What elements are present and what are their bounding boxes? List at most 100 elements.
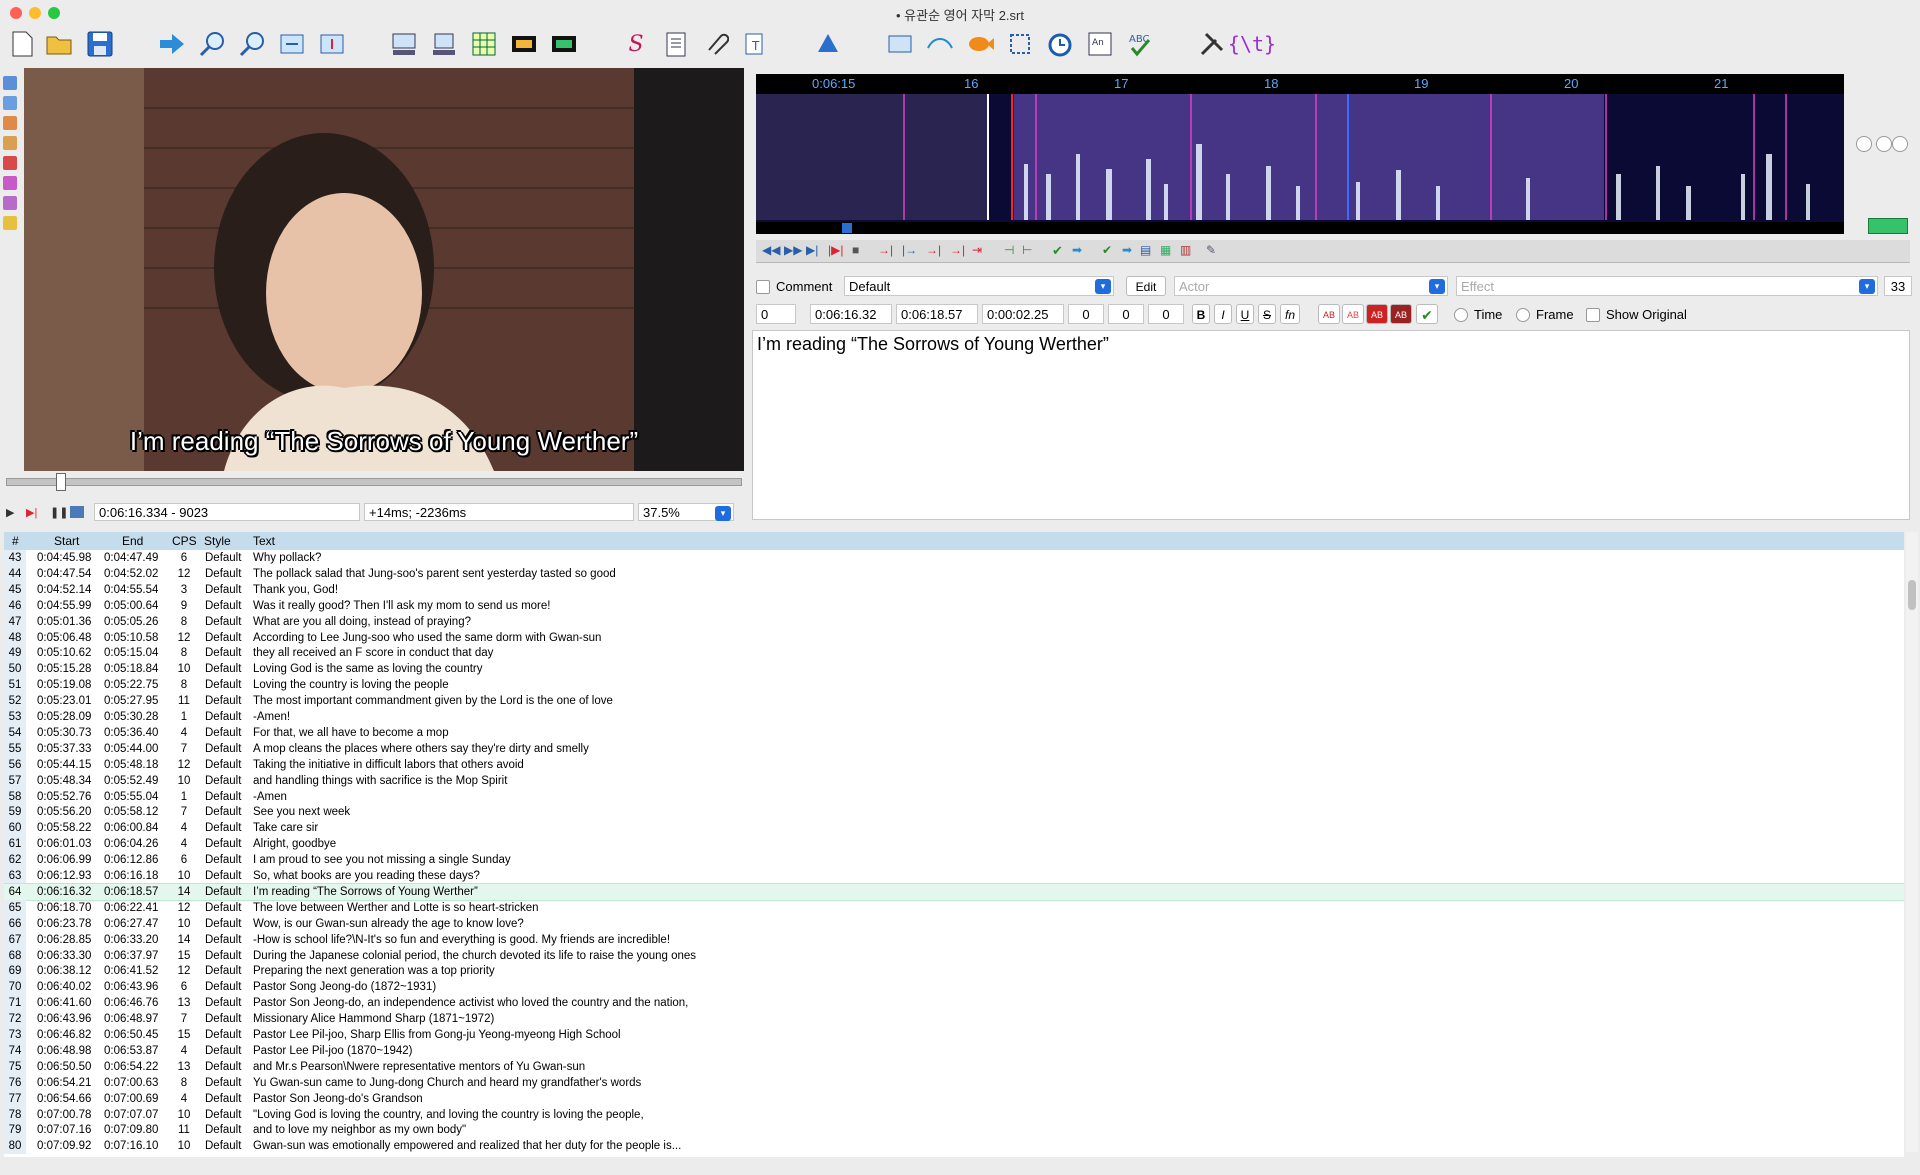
actor-field[interactable]: Actor ▾ — [1174, 276, 1448, 296]
grid-scroll-thumb[interactable] — [1908, 580, 1916, 610]
table-row[interactable]: 43 0:04:45.98 0:04:47.49 6 Default Why pollac… — [4, 550, 1904, 566]
column-header-end[interactable]: End — [122, 534, 143, 548]
auto-scroll-icon[interactable]: ▤ — [1140, 243, 1151, 257]
karaoke-icon[interactable]: ✎ — [1206, 243, 1216, 257]
table-row[interactable]: 58 0:05:52.76 0:05:55.04 1 Default -Amen — [4, 788, 1904, 805]
standard-tool-icon[interactable] — [3, 76, 17, 90]
column-header-number[interactable]: # — [12, 534, 19, 548]
table-row[interactable]: 71 0:06:41.60 0:06:46.76 13 Default Pastor So… — [4, 995, 1904, 1012]
audio-spectrum-toggle[interactable] — [1868, 218, 1908, 234]
table-row[interactable]: 76 0:06:54.21 0:07:00.63 8 Default Yu Gwan-su… — [4, 1074, 1904, 1091]
resample-icon[interactable]: An — [1084, 28, 1116, 60]
play-end-icon[interactable]: →| — [926, 243, 941, 257]
table-row[interactable]: 56 0:05:44.15 0:05:48.18 12 Default Taking th… — [4, 756, 1904, 773]
margin-vertical-field[interactable]: 0 — [1148, 304, 1184, 324]
video-display[interactable]: I’m reading “The Sorrows of Young Werthe… — [24, 68, 744, 471]
edit-style-button[interactable]: Edit — [1126, 276, 1166, 296]
timing-icon[interactable] — [924, 28, 956, 60]
automation-icon[interactable] — [812, 28, 844, 60]
table-row[interactable]: 60 0:05:58.22 0:06:00.84 4 Default Take care … — [4, 820, 1904, 837]
styles-icon[interactable]: S — [620, 28, 652, 60]
audio-zoom-slider[interactable] — [1856, 136, 1872, 152]
lead-out-icon[interactable]: ⊢ — [1022, 243, 1032, 257]
table-row[interactable]: 78 0:07:00.78 0:07:07.07 10 Default "Loving G… — [4, 1106, 1904, 1123]
strikeout-button[interactable]: S — [1258, 304, 1276, 324]
layout-2-icon[interactable] — [428, 28, 460, 60]
column-header-start[interactable]: Start — [54, 534, 79, 548]
auto-next-icon[interactable]: ➡ — [1122, 243, 1132, 257]
table-row[interactable]: 64 0:06:16.32 0:06:18.57 14 Default I’m readi… — [4, 882, 1904, 901]
play-to-end-icon[interactable]: ⇥ — [972, 243, 982, 257]
table-row[interactable]: 45 0:04:52.14 0:04:55.54 3 Default Thank you,… — [4, 581, 1904, 598]
table-row[interactable]: 72 0:06:43.96 0:06:48.97 7 Default Missionary… — [4, 1011, 1904, 1028]
play-current-line-icon[interactable]: |▶| — [828, 243, 843, 257]
help-tool-icon[interactable] — [3, 216, 17, 230]
video-fit-icon[interactable] — [276, 28, 308, 60]
variables-icon[interactable]: {\t} — [1228, 28, 1276, 60]
table-row[interactable]: 65 0:06:18.70 0:06:22.41 12 Default The love … — [4, 899, 1904, 916]
new-icon[interactable] — [6, 28, 38, 60]
auto-commit-icon[interactable]: ✔ — [1102, 243, 1112, 257]
table-row[interactable]: 75 0:06:50.50 0:06:54.22 13 Default and Mr.s … — [4, 1058, 1904, 1075]
play-icon[interactable]: ▶ — [6, 506, 14, 519]
select-icon[interactable] — [1004, 28, 1036, 60]
bold-button[interactable]: B — [1192, 304, 1210, 324]
table-row[interactable]: 59 0:05:56.20 0:05:58.12 7 Default See you ne… — [4, 804, 1904, 821]
audio-waveform[interactable]: 0:06:15 16 17 18 19 20 21 — [756, 74, 1844, 234]
video-seek-thumb[interactable] — [56, 473, 66, 491]
primary-color-button[interactable]: AB — [1318, 304, 1340, 324]
table-row[interactable]: 69 0:06:38.12 0:06:41.52 12 Default Preparing… — [4, 963, 1904, 980]
table-row[interactable]: 63 0:06:12.93 0:06:16.18 10 Default So, what … — [4, 868, 1904, 884]
table-row[interactable]: 51 0:05:19.08 0:05:22.75 8 Default Loving the… — [4, 677, 1904, 694]
tools-icon[interactable] — [1196, 28, 1228, 60]
attachments-icon[interactable] — [700, 28, 732, 60]
clock-icon[interactable] — [1044, 28, 1076, 60]
style-select[interactable]: Default ▾ — [844, 276, 1114, 296]
margin-right-field[interactable]: 0 — [1108, 304, 1144, 324]
table-row[interactable]: 57 0:05:48.34 0:05:52.49 10 Default and handl… — [4, 772, 1904, 789]
go-to-next-icon[interactable]: ➡ — [1072, 243, 1082, 257]
properties-icon[interactable] — [660, 28, 692, 60]
table-row[interactable]: 54 0:05:30.73 0:05:36.40 4 Default For that, … — [4, 724, 1904, 741]
rotate-xy-tool-icon[interactable] — [3, 136, 17, 150]
fonts-icon[interactable]: T — [740, 28, 772, 60]
spectrum-mode-icon[interactable]: ▦ — [1160, 243, 1171, 257]
underline-button[interactable]: U — [1236, 304, 1254, 324]
table-row[interactable]: 53 0:05:28.09 0:05:30.28 1 Default -Amen! — [4, 709, 1904, 725]
commit-icon[interactable]: ✔ — [1052, 243, 1063, 259]
video-seek-bar[interactable] — [6, 478, 742, 486]
column-header-text[interactable]: Text — [253, 534, 275, 548]
stop-icon[interactable]: ■ — [852, 243, 859, 257]
table-row[interactable]: 55 0:05:37.33 0:05:44.00 7 Default A mop clea… — [4, 740, 1904, 757]
filmstrip-icon[interactable] — [508, 28, 540, 60]
margin-left-field[interactable]: 0 — [1068, 304, 1104, 324]
table-row[interactable]: 50 0:05:15.28 0:05:18.84 10 Default Loving Go… — [4, 661, 1904, 678]
scale-tool-icon[interactable] — [3, 156, 17, 170]
translation-icon[interactable] — [884, 28, 916, 60]
jump-icon[interactable] — [156, 28, 188, 60]
table-row[interactable]: 67 0:06:28.85 0:06:33.20 14 Default -How is s… — [4, 931, 1904, 948]
next-line-icon[interactable]: ▶▶ — [784, 243, 802, 257]
secondary-color-button[interactable]: AB — [1342, 304, 1364, 324]
play-after-icon[interactable]: →| — [950, 243, 965, 257]
previous-line-icon[interactable]: ◀◀ — [762, 243, 780, 257]
time-radio[interactable] — [1454, 308, 1468, 322]
table-row[interactable]: 74 0:06:48.98 0:06:53.87 4 Default Pastor Lee… — [4, 1042, 1904, 1059]
effect-field[interactable]: Effect ▾ — [1456, 276, 1878, 296]
show-original-checkbox[interactable] — [1586, 308, 1600, 322]
table-row[interactable]: 70 0:06:40.02 0:06:43.96 6 Default Pastor Son… — [4, 979, 1904, 996]
video-keyframes-icon[interactable]: ▥ — [1180, 243, 1191, 257]
font-button[interactable]: fn — [1280, 304, 1300, 324]
column-header-style[interactable]: Style — [204, 534, 231, 548]
open-icon[interactable] — [44, 28, 76, 60]
column-header-cps[interactable]: CPS — [172, 534, 197, 548]
table-row[interactable]: 62 0:06:06.99 0:06:12.86 6 Default I am proud… — [4, 852, 1904, 869]
audio-volume-slider[interactable] — [1876, 136, 1892, 152]
rotate-z-tool-icon[interactable] — [3, 116, 17, 130]
comment-checkbox[interactable] — [756, 280, 770, 294]
play-line-icon[interactable]: ▶| — [26, 506, 37, 519]
fish-icon[interactable] — [964, 28, 996, 60]
table-row[interactable]: 52 0:05:23.01 0:05:27.95 11 Default The most … — [4, 693, 1904, 710]
zoom-in-icon[interactable] — [196, 28, 228, 60]
table-row[interactable]: 49 0:05:10.62 0:05:15.04 8 Default they all r… — [4, 645, 1904, 662]
